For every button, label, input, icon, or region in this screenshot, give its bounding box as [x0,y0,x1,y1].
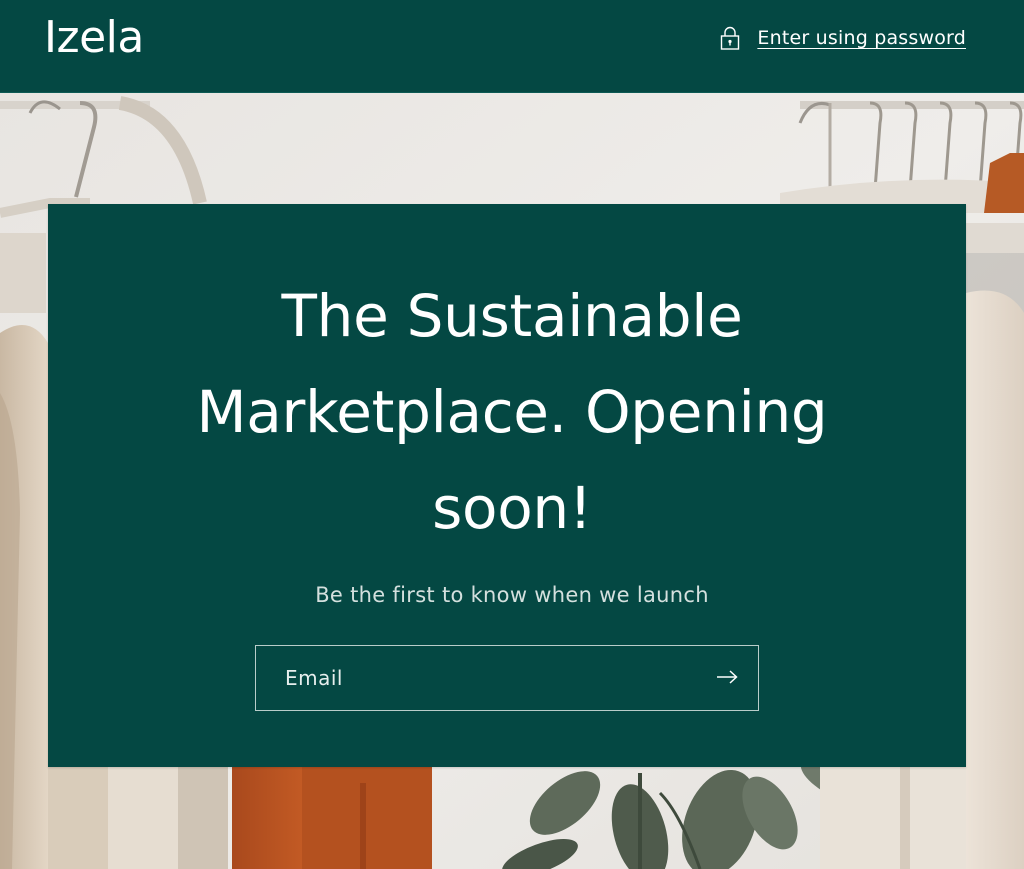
lock-icon [719,25,741,51]
page-headline: The Sustainable Marketplace. Opening soo… [0,268,1024,556]
newsletter-form [255,645,759,711]
site-header: Izela Enter using password [0,0,1024,93]
enter-password-link[interactable]: Enter using password [719,25,966,51]
store-logo[interactable]: Izela [44,12,144,64]
subscribe-button[interactable] [696,646,758,710]
headline-line: soon! [432,474,592,542]
arrow-right-icon [716,669,738,687]
launch-subtext: Be the first to know when we launch [315,583,709,607]
password-page: Izela Enter using password The Sustainab… [0,0,1024,869]
headline-line: Marketplace. Opening [196,378,828,446]
email-input[interactable] [256,646,696,710]
headline-line: The Sustainable [281,282,743,350]
enter-password-label: Enter using password [757,27,966,49]
